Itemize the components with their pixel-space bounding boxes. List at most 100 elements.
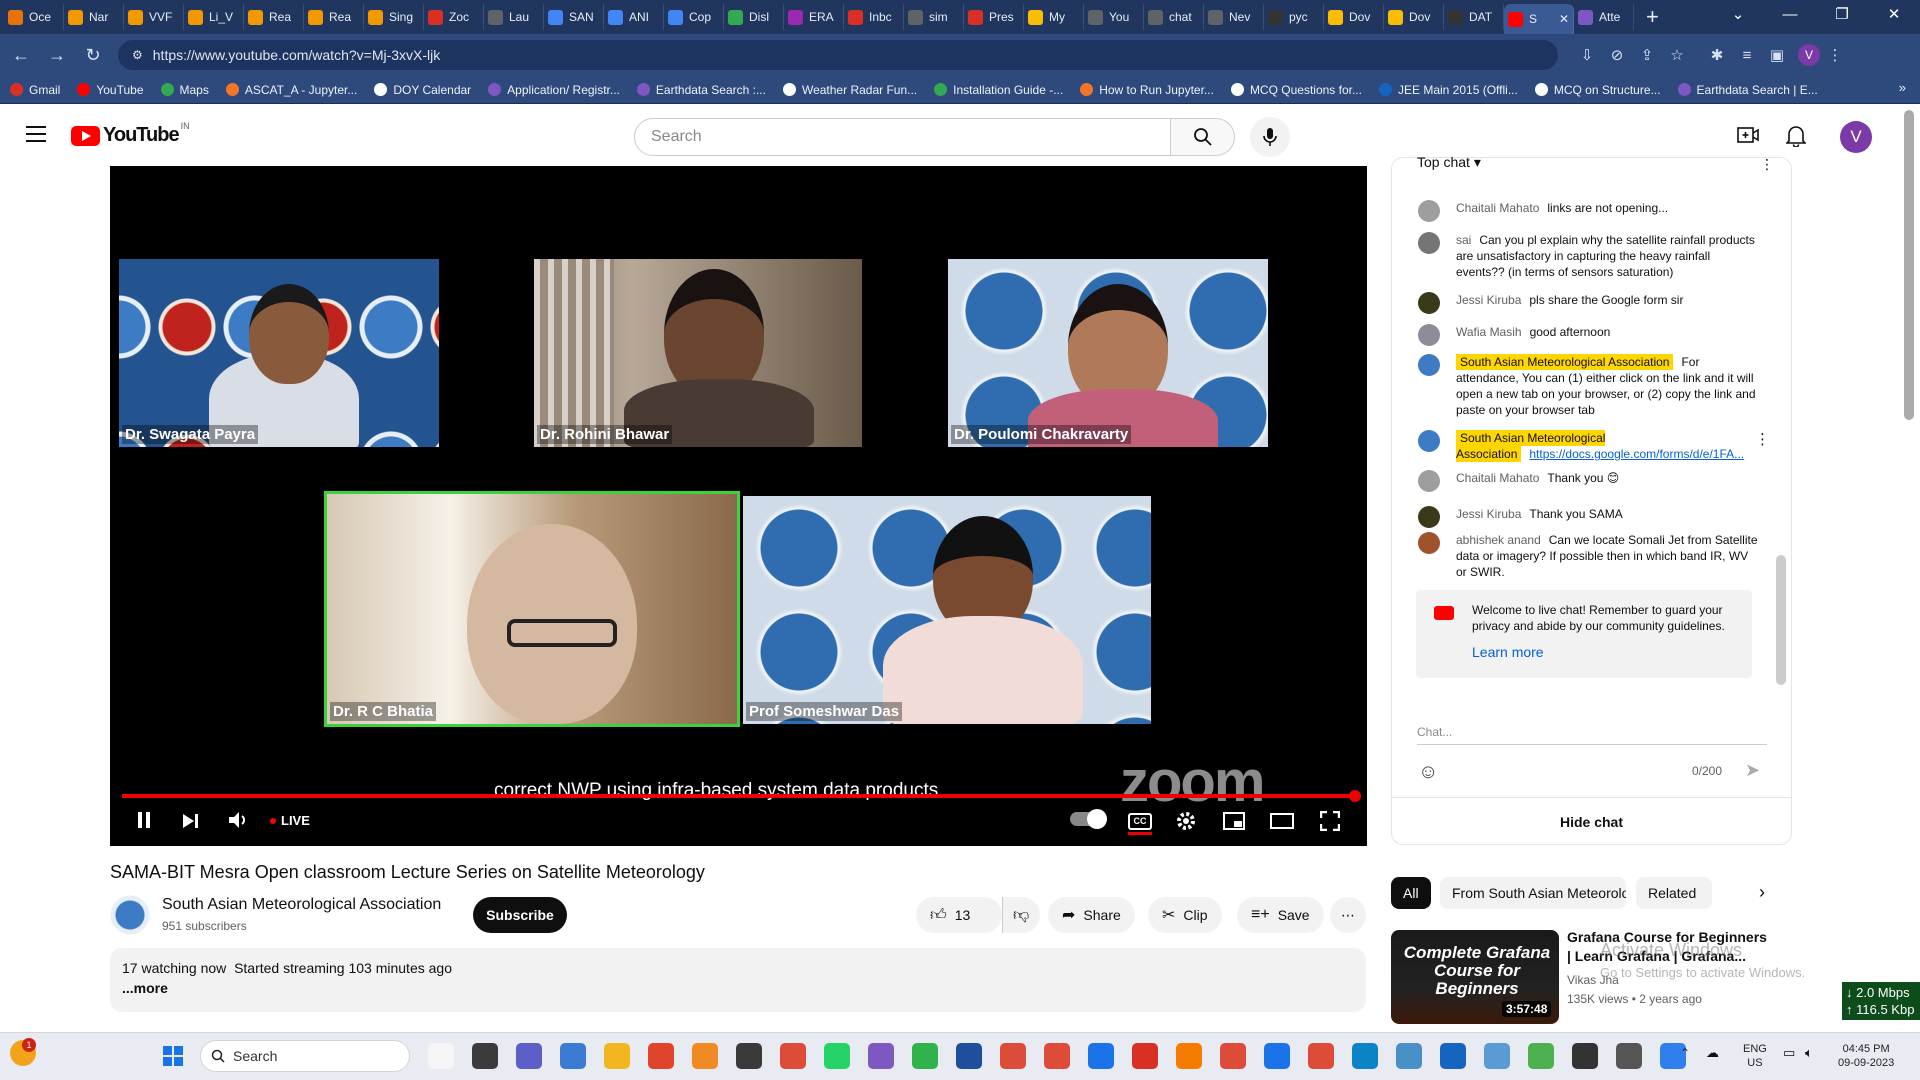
bookmark-item[interactable]: YouTube [77,83,144,97]
browser-tab[interactable]: VVF [124,4,184,30]
browser-tab[interactable]: sim [904,4,964,30]
browser-tab[interactable]: Nar [64,4,124,30]
tab-search-button[interactable]: ⌄ [1712,0,1764,30]
windows-start-icon[interactable] [163,1046,183,1066]
taskbar-app-icon[interactable] [1572,1043,1598,1069]
restore-button[interactable]: ❐ [1816,0,1868,30]
onedrive-icon[interactable]: ☁ [1706,1045,1719,1061]
account-avatar[interactable]: V [1840,121,1872,153]
chat-author-avatar[interactable] [1418,532,1440,554]
taskbar-app-icon[interactable] [736,1043,762,1069]
chat-author-avatar[interactable] [1418,200,1440,222]
taskbar-app-icon[interactable] [428,1043,454,1069]
search-input[interactable]: Search [634,118,1171,156]
tray-overflow-icon[interactable]: ⌃ [1680,1046,1690,1060]
browser-tab[interactable]: Lau [484,4,544,30]
bookmark-item[interactable]: How to Run Jupyter... [1080,83,1214,97]
theater-mode-icon[interactable] [1270,812,1294,836]
youtube-logo[interactable]: YouTube IN [71,121,190,147]
browser-tab[interactable]: chat [1144,4,1204,30]
page-scrollbar[interactable] [1904,110,1914,420]
taskbar-app-icon[interactable] [956,1043,982,1069]
extensions-icon[interactable]: ✱ [1702,46,1732,64]
taskbar-app-icon[interactable] [1396,1043,1422,1069]
taskbar-app-icon[interactable] [1528,1043,1554,1069]
bookmark-item[interactable]: DOY Calendar [374,83,471,97]
subscribe-button[interactable]: Subscribe [473,897,567,933]
browser-tab[interactable]: Rea [304,4,364,30]
bookmarks-overflow-icon[interactable]: » [1899,80,1906,95]
chat-author[interactable]: sai [1456,233,1471,247]
forward-icon[interactable]: → [42,45,72,66]
taskbar-app-icon[interactable] [1000,1043,1026,1069]
browser-tab[interactable]: SAN [544,4,604,30]
search-button[interactable] [1171,118,1235,156]
taskbar-app-icon[interactable] [1044,1043,1070,1069]
bookmark-item[interactable]: Maps [160,83,209,97]
chip-related[interactable]: Related [1636,877,1712,909]
next-icon[interactable] [182,812,200,835]
browser-tab[interactable]: ANI [604,4,664,30]
taskbar-app-icon[interactable] [1132,1043,1158,1069]
chat-author[interactable]: Chaitali Mahato [1456,201,1539,215]
browser-tab[interactable]: Oce [4,4,64,30]
share-icon[interactable]: ⇪ [1632,46,1662,64]
language-indicator[interactable]: ENG US [1743,1042,1767,1070]
taskbar-app-icon[interactable] [1088,1043,1114,1069]
hide-chat-button[interactable]: Hide chat [1391,797,1792,845]
taskbar-app-icon[interactable] [868,1043,894,1069]
back-icon[interactable]: ← [6,45,36,66]
taskbar-app-icon[interactable] [648,1043,674,1069]
live-indicator[interactable]: LIVE [270,813,310,828]
description-box[interactable]: 17 watching now Started streaming 103 mi… [110,948,1366,1012]
chat-author-avatar[interactable] [1418,232,1440,254]
browser-tab[interactable]: My [1024,4,1084,30]
chat-author[interactable]: Wafia Masih [1456,325,1522,339]
chat-scrollbar[interactable] [1776,555,1786,685]
chat-author-avatar[interactable] [1418,506,1440,528]
install-app-icon[interactable]: ⇩ [1572,46,1602,64]
chat-input[interactable]: Chat... [1417,725,1767,745]
fullscreen-icon[interactable] [1319,810,1341,837]
chat-author-avatar[interactable] [1418,324,1440,346]
chat-message-link[interactable]: https://docs.google.com/forms/d/e/1FA... [1529,447,1744,461]
create-video-icon[interactable] [1737,126,1759,149]
save-button[interactable]: ≡+ Save [1237,897,1324,933]
taskbar-app-icon[interactable] [1264,1043,1290,1069]
browser-tab[interactable]: Atte [1574,4,1634,30]
chat-author[interactable]: Chaitali Mahato [1456,471,1539,485]
chat-mode-selector[interactable]: Top chat ▾ [1417,154,1481,171]
message-menu-icon[interactable]: ⋮ [1755,430,1770,448]
chat-author[interactable]: Jessi Kiruba [1456,293,1521,307]
browser-tab-active[interactable]: S ✕ [1504,4,1574,34]
bookmark-item[interactable]: MCQ on Structure... [1534,83,1661,97]
chip-from-channel[interactable]: From South Asian Meteorologi... [1440,877,1626,909]
bookmark-item[interactable]: Application/ Registr... [488,83,620,97]
bookmark-item[interactable]: JEE Main 2015 (Offli... [1378,83,1518,97]
send-icon[interactable]: ➤ [1745,760,1760,781]
browser-tab[interactable]: pyc [1264,4,1324,30]
bookmark-item[interactable]: Earthdata Search | E... [1677,83,1818,97]
hamburger-menu-icon[interactable] [26,126,46,142]
browser-tab[interactable]: Inbc [844,4,904,30]
browser-menu-icon[interactable]: ⋮ [1820,46,1850,64]
chat-author[interactable]: abhishek anand [1456,533,1541,547]
close-window-button[interactable]: ✕ [1868,0,1920,30]
bookmark-item[interactable]: Earthdata Search :... [636,83,766,97]
live-progress-bar[interactable] [122,790,1361,802]
taskbar-app-icon[interactable] [1176,1043,1202,1069]
side-panel-icon[interactable]: ▣ [1762,46,1792,64]
minimize-button[interactable]: — [1764,0,1816,30]
show-more-link[interactable]: ...more [122,980,1354,996]
video-player[interactable]: Dr. Swagata Payra Dr. Rohini Bhawar Dr. … [110,166,1367,846]
share-button[interactable]: ➦ Share [1048,897,1135,933]
browser-tab[interactable]: Cop [664,4,724,30]
taskbar-app-icon[interactable] [1352,1043,1378,1069]
dislike-button[interactable]: 👎︎ [1002,897,1040,933]
bookmark-star-icon[interactable]: ☆ [1662,46,1692,64]
taskbar-app-icon[interactable] [824,1043,850,1069]
bookmark-item[interactable]: Installation Guide -... [934,83,1063,97]
subtitles-button[interactable]: CC [1128,813,1152,835]
bookmark-item[interactable]: ASCAT_A - Jupyter... [225,83,357,97]
browser-tab[interactable]: Sing [364,4,424,30]
